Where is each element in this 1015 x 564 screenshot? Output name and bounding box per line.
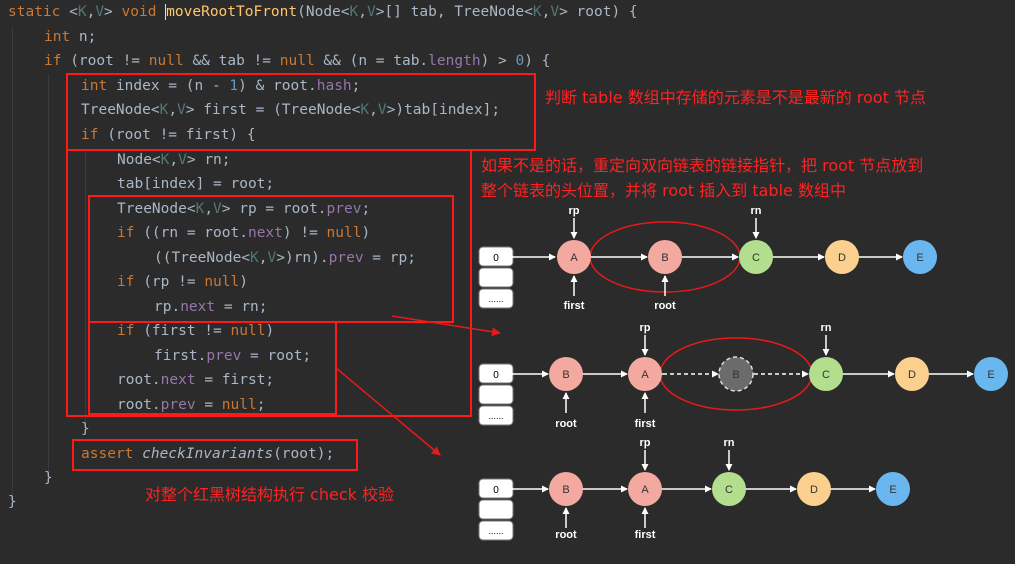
slot-label: 0 — [493, 253, 499, 264]
pointer-label: first — [564, 300, 585, 312]
diagram-step-3: 0 ...... B A C D E rp rn root first — [478, 437, 910, 541]
node-label: A — [570, 252, 578, 264]
node-label: B — [562, 369, 569, 381]
pointer-label: rn — [724, 437, 735, 449]
node-label: B — [732, 369, 739, 381]
node-label: B — [661, 252, 668, 264]
node-label: A — [641, 369, 649, 381]
pointer-arrow — [335, 367, 441, 456]
pointer-label: rp — [640, 437, 651, 449]
slot-label: ...... — [488, 526, 503, 536]
node-label: A — [641, 484, 649, 496]
slot-label: 0 — [493, 485, 499, 496]
pointer-label: root — [555, 418, 577, 430]
node-label: E — [916, 252, 923, 264]
pointer-label: first — [635, 529, 656, 541]
node-label: D — [810, 484, 818, 496]
diagram-step-1: 0 ...... A B C D E rp rn first root — [478, 205, 937, 312]
pointer-arrow — [391, 315, 501, 337]
node-label: E — [889, 484, 896, 496]
slot-label: 0 — [493, 370, 499, 381]
pointer-label: root — [555, 529, 577, 541]
node-label: E — [987, 369, 994, 381]
pointer-label: root — [654, 300, 676, 312]
linked-list-diagram: 0 ...... A B C D E rp rn first root 0 ..… — [335, 205, 1008, 541]
slot-label: ...... — [488, 294, 503, 304]
table-slots: 0 ...... — [478, 478, 514, 541]
node-label: D — [908, 369, 916, 381]
slot-label: ...... — [488, 411, 503, 421]
pointer-label: rn — [751, 205, 762, 217]
node-label: C — [822, 369, 830, 381]
node-label: C — [752, 252, 760, 264]
node-label: D — [838, 252, 846, 264]
table-slots: 0 ...... — [478, 363, 514, 426]
node-label: C — [725, 484, 733, 496]
pointer-label: rn — [821, 322, 832, 334]
diagram-step-2: 0 ...... B A B C D E rp rn root first — [478, 322, 1008, 430]
pointer-label: rp — [569, 205, 580, 217]
pointer-label: rp — [640, 322, 651, 334]
node-label: B — [562, 484, 569, 496]
pointer-label: first — [635, 418, 656, 430]
table-slots: 0 ...... — [478, 246, 514, 309]
